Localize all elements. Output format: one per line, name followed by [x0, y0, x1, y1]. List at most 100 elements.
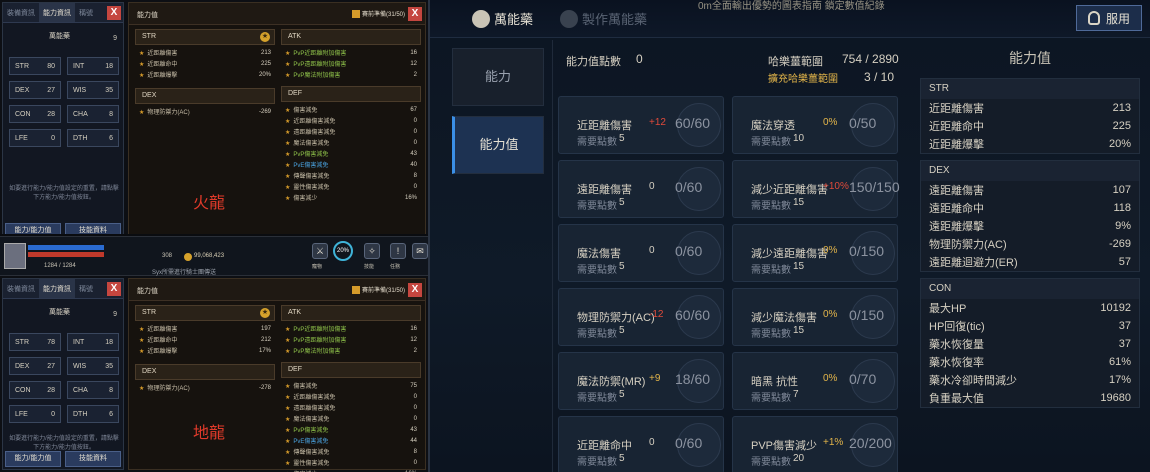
stat-row: 物理防禦力(AC) -269: [921, 235, 1139, 253]
mail-icon[interactable]: ✉: [412, 243, 428, 259]
stat-item: ★ PvE傷害減免 40: [281, 159, 421, 170]
stat-item-name: PvP近距離附加傷害: [293, 327, 347, 333]
stat-card[interactable]: 減少遠距離傷害 需要點數 15 0% 0/150: [732, 224, 898, 282]
stat-card[interactable]: 減少魔法傷害 需要點數 15 0% 0/150: [732, 288, 898, 346]
stat-item-value: 0: [413, 128, 417, 135]
stat-item-value: 16: [410, 325, 417, 332]
char-name: 萬能藥: [49, 33, 70, 40]
stat-row: DEX 27 WIS 35: [9, 357, 119, 375]
stat-name: DTH: [73, 134, 88, 142]
stat-row: STR 78 INT 18: [9, 333, 119, 351]
tab-1[interactable]: 能力資訊: [39, 3, 75, 22]
pet-icon[interactable]: ⚔: [312, 243, 328, 259]
info-tabs: 裝備資訊 能力資訊 稱號: [3, 279, 123, 299]
skill-icon[interactable]: ✧: [364, 243, 380, 259]
stat-card[interactable]: 魔法傷害 需要點數 5 0 0/60: [558, 224, 724, 282]
stat-item: ★ 近距離傷害 197: [135, 323, 275, 334]
tab-elixir[interactable]: 萬能藥: [472, 9, 533, 28]
money-text: 99,068,423: [194, 253, 225, 259]
tab-0[interactable]: 裝備資訊: [3, 3, 39, 22]
stat-item-name: 近距離命中: [147, 62, 178, 68]
card-bonus: 0: [649, 245, 655, 256]
stat-row-value: 57: [1118, 256, 1131, 268]
stat-row-name: 最大HP: [929, 303, 967, 315]
stat-sections: STR 近距離傷害 213 近距離命中 225 近距離爆擊 20% DEX 遠距離傷害 107 遠距…: [916, 78, 1144, 408]
tab-1[interactable]: 能力資訊: [39, 279, 75, 298]
star-icon: ★: [285, 163, 291, 169]
nav-stats[interactable]: 能力值: [452, 116, 544, 174]
stat-item: ★ PvP傷害減免 43: [281, 148, 421, 159]
timer-ring[interactable]: 20%: [333, 241, 353, 261]
tab-2[interactable]: 稱號: [75, 3, 97, 22]
earth-dragon-panel: 裝備資訊 能力資訊 稱號 X 萬能藥 9 STR 78 INT 18 DEX 27 WIS 35 CON 28…: [0, 276, 428, 472]
need-value: 15: [793, 261, 805, 272]
card-name: 魔法防禦(MR): [577, 376, 646, 388]
stat-box: CHA 8: [67, 381, 119, 399]
stat-item-value: 16: [410, 49, 417, 56]
skill-data-button[interactable]: 技能資料: [65, 451, 121, 467]
stat-card[interactable]: 減少近距離傷害 需要點數 15 +10% 150/150: [732, 160, 900, 218]
stat-row: 遠距離迴避力(ER) 57: [921, 253, 1139, 271]
stat-item-left: ★傷害減少: [285, 193, 317, 202]
stat-item-value: 43: [410, 150, 417, 157]
card-progress: 0/70: [849, 371, 877, 387]
stat-item-value: 225: [260, 60, 271, 67]
ability-button[interactable]: 能力/能力值: [5, 451, 61, 467]
nav-ability[interactable]: 能力: [452, 48, 544, 106]
quest-icon[interactable]: !: [390, 243, 406, 259]
stat-row: 負重最大值 19680: [921, 389, 1139, 407]
stat-card[interactable]: 暗黑 抗性 需要點數 7 0% 0/70: [732, 352, 898, 410]
fire-dragon-panel: 裝備資訊 能力資訊 稱號 X 萬能藥 9 STR 80 INT 18 DEX 27 WIS 35 CON 28…: [0, 0, 428, 234]
need-value: 5: [619, 325, 625, 336]
stat-value: 27: [47, 86, 55, 94]
stat-item-left: ★ 遠距離傷害減免: [285, 127, 335, 136]
stat-item-value: 20%: [258, 71, 271, 78]
star-icon: ★: [285, 196, 291, 202]
card-bonus: -12: [649, 309, 664, 320]
stat-value: 18: [105, 62, 113, 70]
close-button[interactable]: X: [107, 282, 121, 296]
stat-card[interactable]: 魔法穿透 需要點數 10 0% 0/50: [732, 96, 898, 154]
stat-item-left: ★ PvP魔法附加傷害: [285, 346, 340, 355]
stat-row: DEX 27 WIS 35: [9, 81, 119, 99]
card-name: 近距離命中: [577, 440, 632, 452]
tab-2[interactable]: 稱號: [75, 279, 97, 298]
hap-extend-link[interactable]: 擴充哈樂薑範圍: [768, 70, 838, 85]
prep-checkbox[interactable]: 賽前準備(31/50): [351, 285, 405, 295]
stat-item-name: 近距離傷害: [147, 51, 178, 57]
tab-0[interactable]: 裝備資訊: [3, 279, 39, 298]
stat-name: INT: [73, 338, 85, 346]
stat-card[interactable]: 魔法防禦(MR) 需要點數 5 +9 18/60: [558, 352, 724, 410]
close-button[interactable]: X: [408, 283, 422, 297]
prep-checkbox[interactable]: 賽前準備(31/50): [351, 9, 405, 19]
stat-section: STR 近距離傷害 213 近距離命中 225 近距離爆擊 20%: [920, 78, 1140, 154]
comparison-area: 裝備資訊 能力資訊 稱號 X 萬能藥 9 STR 80 INT 18 DEX 27 WIS 35 CON 28…: [0, 0, 428, 472]
stat-row-name: 藥水恢復率: [929, 357, 984, 369]
stat-row-value: 213: [1112, 102, 1131, 114]
ability-button[interactable]: 能力/能力值: [5, 223, 61, 234]
stat-name: DTH: [73, 410, 88, 418]
stat-item-left: ★ 魔法傷害減免: [285, 138, 329, 147]
stat-item-value: 44: [410, 437, 417, 444]
stat-row: CON 28 CHA 8: [9, 381, 119, 399]
stat-card[interactable]: 遠距離傷害 需要點數 5 0 0/60: [558, 160, 724, 218]
tab-craft-elixir[interactable]: 製作萬能藥: [560, 9, 647, 28]
need-label: 需要點數: [577, 137, 617, 148]
avatar[interactable]: [4, 243, 26, 269]
stat-value: 0: [51, 410, 55, 418]
need-value: 15: [793, 197, 805, 208]
close-button[interactable]: X: [107, 6, 121, 20]
stat-item: ★傷害減少16%: [281, 468, 421, 472]
stat-card[interactable]: 近距離命中 需要點數 5 0 0/60: [558, 416, 724, 472]
def-header: DEF: [281, 362, 421, 378]
stat-item-name: 傳聲傷害減免: [293, 174, 330, 180]
stat-card[interactable]: 物理防禦力(AC) 需要點數 5 -12 60/60: [558, 288, 724, 346]
stat-item-name: PvP傷害減免: [293, 152, 329, 158]
stat-card[interactable]: PVP傷害減少 需要點數 20 +1% 20/200: [732, 416, 898, 472]
quest-label: 任務: [390, 264, 401, 270]
check-icon: [351, 10, 360, 19]
skill-data-button[interactable]: 技能資料: [65, 223, 121, 234]
close-button[interactable]: X: [408, 7, 422, 21]
stat-card[interactable]: 近距離傷害 需要點數 5 +12 60/60: [558, 96, 724, 154]
use-button[interactable]: 服用: [1076, 5, 1142, 31]
